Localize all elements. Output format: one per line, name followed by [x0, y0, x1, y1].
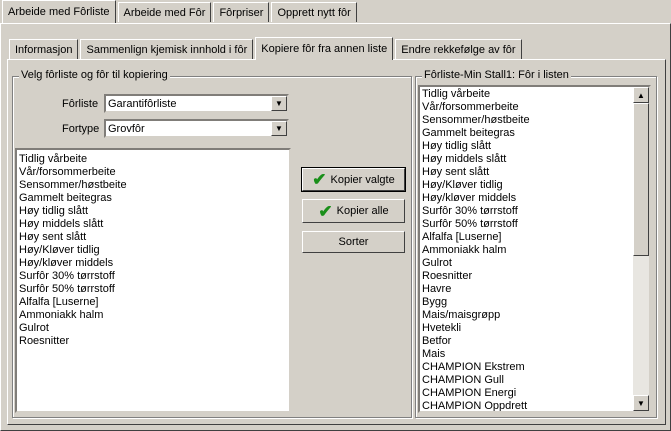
- list-item[interactable]: Høy/kløver middels: [17, 257, 289, 270]
- list-item[interactable]: Høy sent slått: [17, 231, 289, 244]
- list-item[interactable]: Mais/maisgrøpp: [420, 309, 633, 322]
- list-item[interactable]: Ammoniakk halm: [17, 309, 289, 322]
- list-item[interactable]: Sensommer/høstbeite: [420, 114, 633, 127]
- checkmark-icon: ✔: [318, 201, 333, 221]
- tab-arbeide-med-forliste[interactable]: Arbeide med Fôrliste: [2, 0, 116, 23]
- list-item[interactable]: Alfalfa [Luserne]: [17, 296, 289, 309]
- list-item[interactable]: Vår/forsommerbeite: [17, 166, 289, 179]
- sort-button[interactable]: Sorter: [302, 231, 405, 253]
- list-item[interactable]: Høy tidlig slått: [17, 205, 289, 218]
- fortype-select[interactable]: Grovfôr ▼: [104, 119, 289, 138]
- list-item[interactable]: Surfôr 30% tørrstoff: [420, 205, 633, 218]
- list-item[interactable]: CHAMPION Oppdrett: [420, 400, 633, 411]
- list-item[interactable]: Roesnitter: [17, 335, 289, 348]
- list-item[interactable]: Hvetekli: [420, 322, 633, 335]
- list-item[interactable]: Sensommer/høstbeite: [17, 179, 289, 192]
- forliste-label: Fôrliste: [62, 98, 99, 110]
- top-tab-bar: Arbeide med Fôrliste Arbeide med Fôr Fôr…: [2, 0, 359, 23]
- list-item[interactable]: Vår/forsommerbeite: [420, 101, 633, 114]
- list-item[interactable]: Alfalfa [Luserne]: [420, 231, 633, 244]
- fortype-value: Grovfôr: [108, 122, 145, 135]
- list-item[interactable]: CHAMPION Energi: [420, 387, 633, 400]
- list-item[interactable]: CHAMPION Ekstrem: [420, 361, 633, 374]
- list-item[interactable]: Roesnitter: [420, 270, 633, 283]
- list-item[interactable]: Bygg: [420, 296, 633, 309]
- tab-sammenlign-kjemisk[interactable]: Sammenlign kjemisk innhold i fôr: [80, 39, 254, 59]
- copy-all-button[interactable]: ✔ Kopier alle: [302, 199, 405, 223]
- list-item[interactable]: Betfor: [420, 335, 633, 348]
- source-food-list[interactable]: Tidlig vårbeite Vår/forsommerbeite Sensomm…: [15, 148, 291, 413]
- list-item[interactable]: Høy tidlig slått: [420, 140, 633, 153]
- scroll-down-icon[interactable]: ▼: [633, 395, 649, 411]
- list-item[interactable]: Gammelt beitegras: [420, 127, 633, 140]
- list-item[interactable]: Høy/Kløver tidlig: [420, 179, 633, 192]
- forliste-select[interactable]: Garantifôrliste ▼: [104, 94, 289, 113]
- list-item[interactable]: Høy/Kløver tidlig: [17, 244, 289, 257]
- list-item[interactable]: Surfôr 50% tørrstoff: [17, 283, 289, 296]
- list-item[interactable]: Høy/kløver middels: [420, 192, 633, 205]
- tab-forpriser[interactable]: Fôrpriser: [213, 2, 270, 22]
- tab-informasjon[interactable]: Informasjon: [9, 39, 79, 59]
- list-item[interactable]: Tidlig vårbeite: [17, 153, 289, 166]
- list-item[interactable]: Surfôr 50% tørrstoff: [420, 218, 633, 231]
- tab-arbeide-med-for[interactable]: Arbeide med Fôr: [117, 2, 212, 22]
- source-group-title: Velg fôrliste og fôr til kopiering: [19, 69, 170, 81]
- list-item[interactable]: Havre: [420, 283, 633, 296]
- list-item[interactable]: Tidlig vårbeite: [420, 88, 633, 101]
- target-items: Tidlig vårbeite Vår/forsommerbeite Sensomm…: [420, 88, 633, 411]
- tab-kopiere-for[interactable]: Kopiere fôr fra annen liste: [255, 37, 394, 60]
- list-item[interactable]: Surfôr 30% tørrstoff: [17, 270, 289, 283]
- tab-opprett-nytt-for[interactable]: Opprett nytt fôr: [271, 2, 357, 22]
- list-item[interactable]: Mais: [420, 348, 633, 361]
- chevron-down-icon[interactable]: ▼: [271, 96, 287, 111]
- tab-endre-rekkefolge[interactable]: Endre rekkefølge av fôr: [395, 39, 522, 59]
- scroll-up-icon[interactable]: ▲: [633, 87, 649, 103]
- list-item[interactable]: Høy middels slått: [17, 218, 289, 231]
- list-item[interactable]: Høy sent slått: [420, 166, 633, 179]
- fortype-label: Fortype: [62, 123, 100, 135]
- scroll-thumb[interactable]: [633, 103, 649, 256]
- list-item[interactable]: Høy middels slått: [420, 153, 633, 166]
- list-item[interactable]: Gulrot: [17, 322, 289, 335]
- list-item[interactable]: CHAMPION Gull: [420, 374, 633, 387]
- vertical-scrollbar[interactable]: ▲ ▼: [633, 87, 649, 411]
- list-item[interactable]: Gulrot: [420, 257, 633, 270]
- chevron-down-icon[interactable]: ▼: [271, 121, 287, 136]
- sub-tab-bar: Informasjon Sammenlign kjemisk innhold i…: [9, 37, 524, 60]
- list-item[interactable]: Ammoniakk halm: [420, 244, 633, 257]
- copy-selected-button[interactable]: ✔ Kopier valgte: [301, 167, 406, 192]
- target-food-list[interactable]: Tidlig vårbeite Vår/forsommerbeite Sensomm…: [418, 85, 651, 413]
- forliste-value: Garantifôrliste: [108, 97, 177, 110]
- target-group-title: Fôrliste-Min Stall1: Fôr i listen: [422, 69, 571, 81]
- list-item[interactable]: Gammelt beitegras: [17, 192, 289, 205]
- checkmark-icon: ✔: [312, 170, 327, 189]
